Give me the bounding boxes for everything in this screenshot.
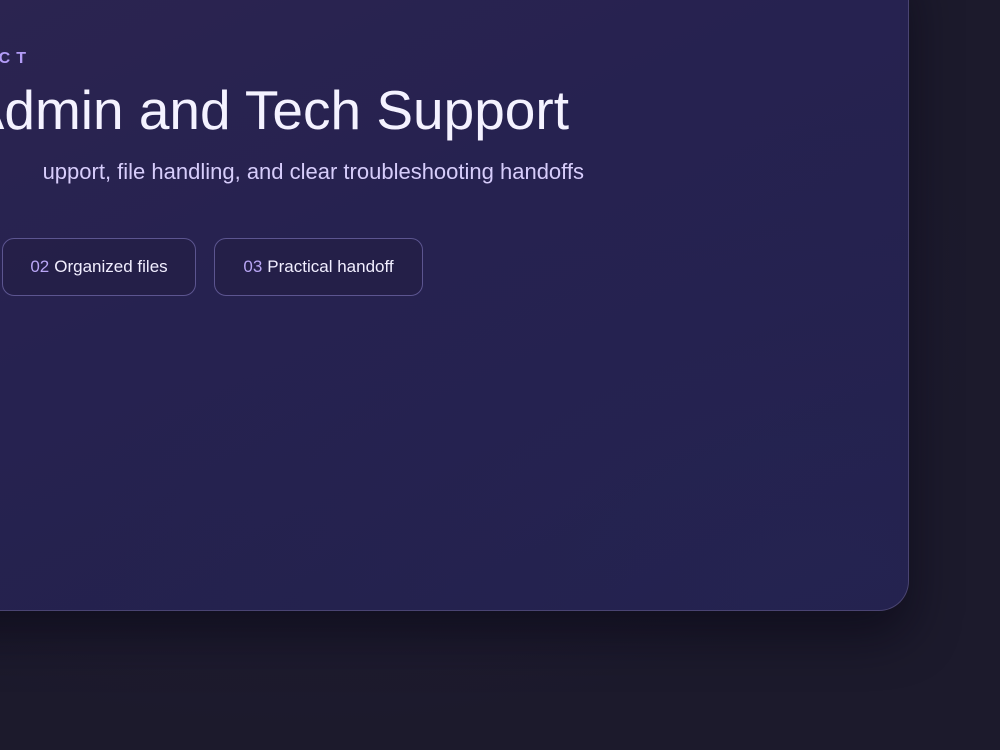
chip-number: 02 — [30, 257, 50, 276]
page: CT Admin and Tech Support upport, file h… — [0, 0, 1000, 750]
hero-eyebrow: CT — [0, 50, 32, 67]
hero-title: Admin and Tech Support — [0, 79, 569, 141]
hero-card: CT Admin and Tech Support upport, file h… — [0, 0, 909, 611]
chip-label: Organized files — [54, 257, 168, 276]
chip-number: 03 — [243, 257, 263, 276]
chip-organized-files[interactable]: 02 Organized files — [2, 238, 196, 296]
hero-subtitle: upport, file handling, and clear trouble… — [42, 159, 584, 184]
chip-practical-handoff[interactable]: 03 Practical handoff — [214, 238, 423, 296]
chip-label: Practical handoff — [267, 257, 394, 276]
